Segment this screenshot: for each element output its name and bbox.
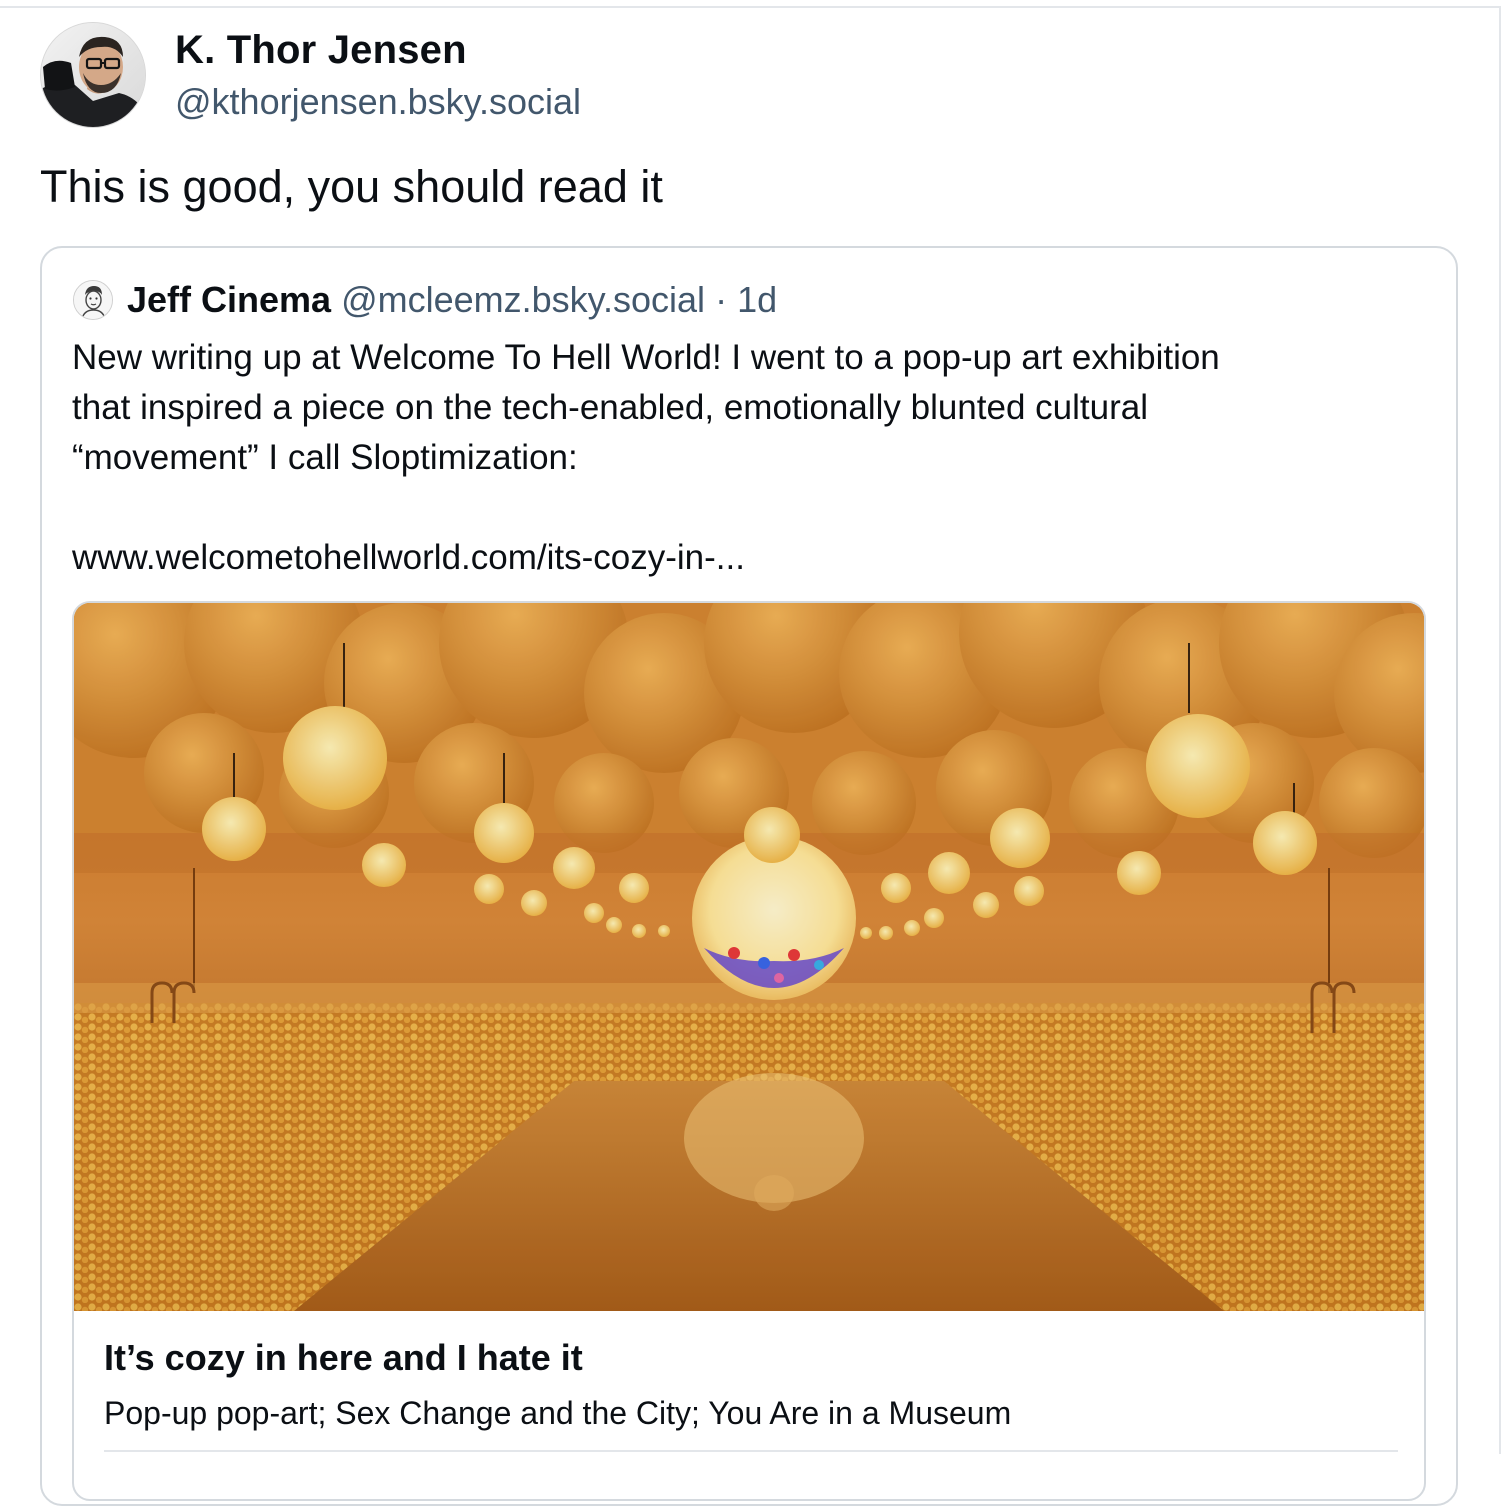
quote-author-handle[interactable]: @mcleemz.bsky.social xyxy=(341,279,705,320)
right-divider xyxy=(1499,6,1501,1454)
top-divider xyxy=(0,6,1500,8)
link-preview-title[interactable]: It’s cozy in here and I hate it xyxy=(104,1336,583,1380)
quote-text: New writing up at Welcome To Hell World!… xyxy=(72,333,1432,583)
quote-author-avatar[interactable] xyxy=(73,280,113,320)
link-preview-description: Pop-up pop-art; Sex Change and the City;… xyxy=(104,1395,1012,1431)
quote-author-name[interactable]: Jeff Cinema xyxy=(127,279,331,320)
link-preview-card[interactable]: It’s cozy in here and I hate it Pop-up p… xyxy=(72,601,1426,1501)
quote-text-spacer xyxy=(72,483,1432,533)
quote-text-line: New writing up at Welcome To Hell World!… xyxy=(72,338,1220,377)
author-avatar[interactable] xyxy=(40,22,146,128)
avatar-sketch-icon xyxy=(74,281,112,319)
quote-header: Jeff Cinema @mcleemz.bsky.social · 1d xyxy=(127,278,777,322)
quote-separator: · xyxy=(715,279,728,320)
quote-text-line: “movement” I call Sloptimization: xyxy=(72,438,578,477)
link-preview-divider xyxy=(104,1450,1398,1452)
quote-timestamp[interactable]: 1d xyxy=(737,279,777,320)
quote-text-line: that inspired a piece on the tech-enable… xyxy=(72,388,1148,427)
post-text: This is good, you should read it xyxy=(40,161,663,212)
author-name[interactable]: K. Thor Jensen xyxy=(175,26,467,74)
link-preview-image xyxy=(74,603,1424,1311)
quote-link[interactable]: www.welcometohellworld.com/its-cozy-in-.… xyxy=(72,533,1432,583)
author-handle[interactable]: @kthorjensen.bsky.social xyxy=(175,80,581,124)
avatar-photo-icon xyxy=(41,23,145,127)
